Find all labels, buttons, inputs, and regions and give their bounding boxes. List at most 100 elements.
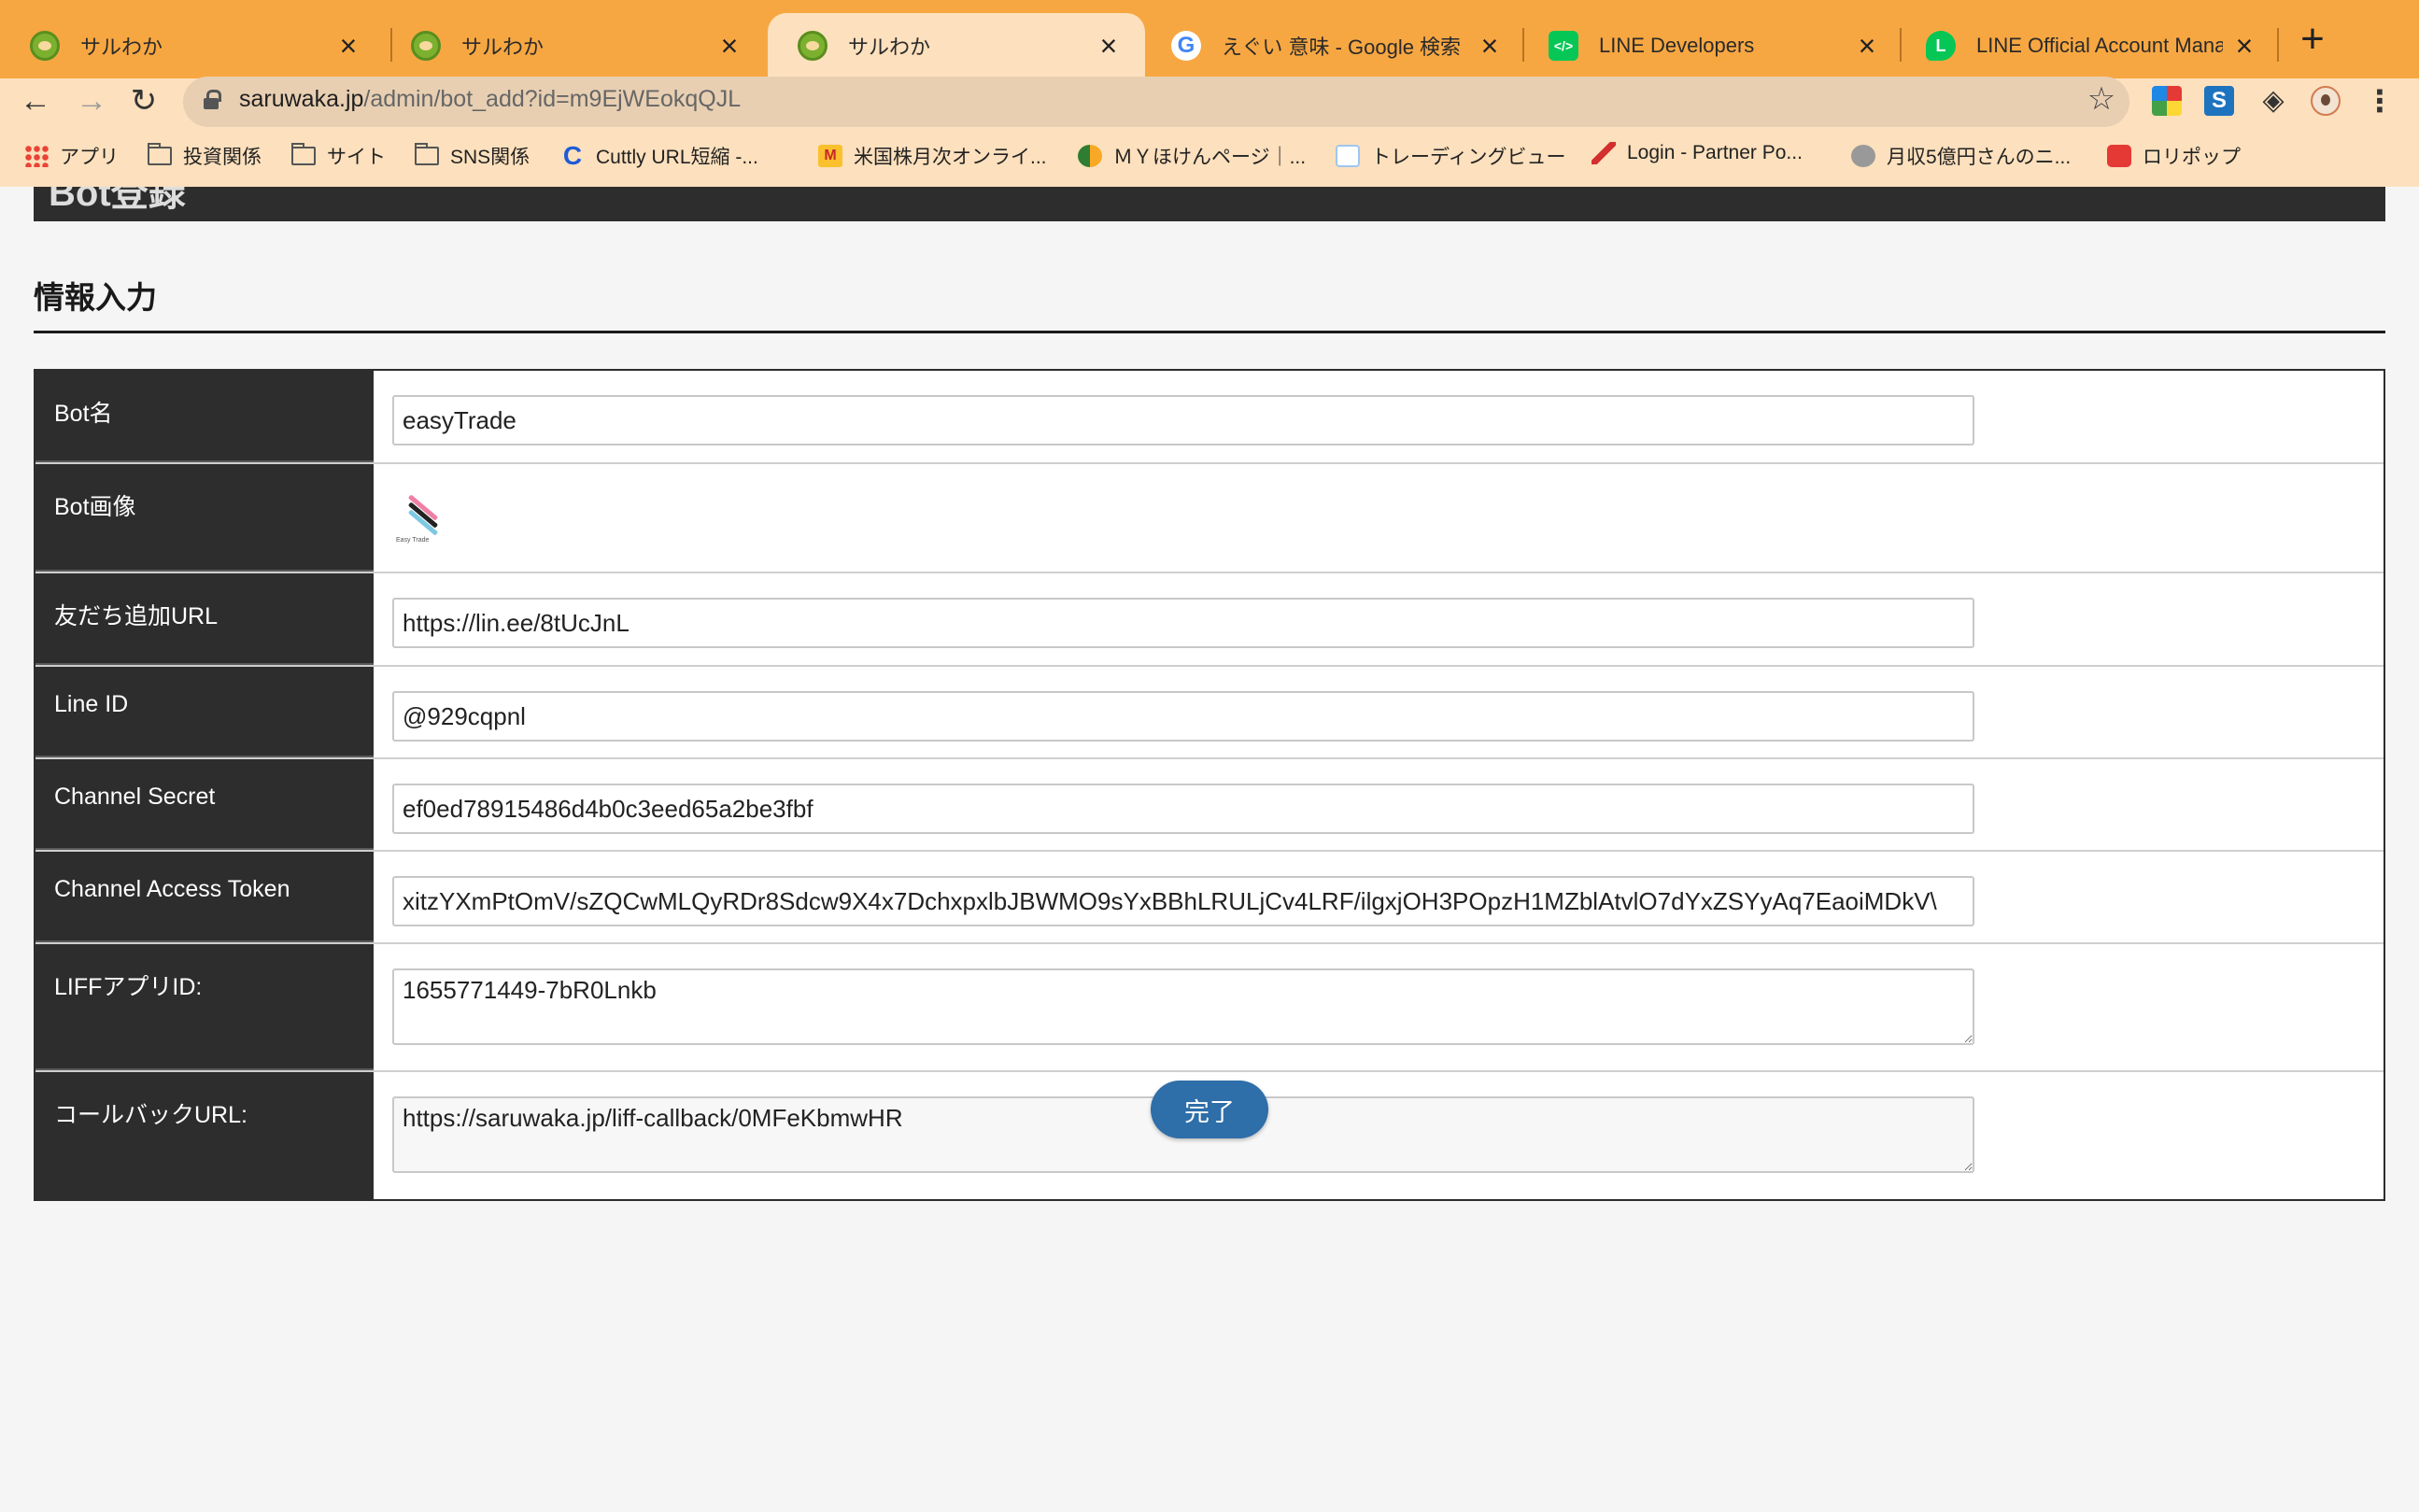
bookmark-label: サイト	[327, 147, 386, 168]
bookmark-us-stocks[interactable]: M 米国株月次オンライ...	[818, 142, 1047, 170]
back-arrow-icon[interactable]: ←	[17, 82, 54, 120]
tab-divider	[2277, 28, 2279, 62]
folder-icon	[291, 143, 316, 165]
bookmark-label: ＭＹほけんページ｜...	[1113, 147, 1307, 168]
form-row-channel-secret: Channel Secret	[35, 759, 2384, 852]
section-divider	[34, 331, 2385, 333]
extensions-puzzle-icon[interactable]: ◈	[2258, 86, 2288, 116]
bookmark-partner-login[interactable]: Login - Partner Po...	[1591, 142, 1803, 164]
form-row-bot-name: Bot名	[35, 371, 2384, 464]
bookmark-folder-sns[interactable]: SNS関係	[415, 142, 530, 170]
apps-grid-icon	[24, 145, 49, 167]
lolipop-icon	[2107, 145, 2131, 167]
bookmark-cuttly[interactable]: C Cuttly URL短縮 -...	[560, 142, 758, 170]
bookmark-label: Cuttly URL短縮 -...	[596, 147, 758, 168]
tab-strip: サルわか × サルわか × サルわか × G えぐい 意味 - Google 検…	[0, 0, 2419, 78]
close-icon[interactable]: ×	[2230, 31, 2258, 61]
bookmark-folder-investment[interactable]: 投資関係	[148, 142, 262, 170]
line-oa-favicon-icon: L	[1926, 31, 1956, 61]
field-cell	[374, 667, 2384, 757]
field-label: 友だち追加URL	[35, 573, 374, 665]
tab-title: LINE Developers	[1599, 34, 1755, 57]
bot-name-input[interactable]	[392, 395, 1974, 445]
reload-icon[interactable]: ↻	[125, 82, 163, 120]
form-row-channel-access-token: Channel Access Token	[35, 852, 2384, 944]
field-cell: 1655771449-7bR0Lnkb	[374, 944, 2384, 1070]
form-row-liff-app-id: LIFFアプリID: 1655771449-7bR0Lnkb	[35, 944, 2384, 1072]
new-tab-icon[interactable]: +	[2292, 19, 2333, 62]
field-cell	[374, 852, 2384, 942]
tab-saruwaka-1[interactable]: サルわか ×	[0, 13, 385, 78]
tab-saruwaka-active[interactable]: サルわか ×	[768, 13, 1145, 78]
bot-image-thumbnail: Easy Trade	[392, 492, 448, 548]
friend-add-url-input[interactable]	[392, 598, 1974, 648]
form-row-bot-image: Bot画像 Easy Trade	[35, 464, 2384, 573]
saruwaka-favicon-icon	[30, 31, 60, 61]
my-hoken-icon	[1078, 145, 1102, 167]
s-extension-icon[interactable]: S	[2204, 86, 2234, 116]
tab-saruwaka-2[interactable]: サルわか ×	[381, 13, 766, 78]
field-label: Bot名	[35, 371, 374, 462]
forward-arrow-icon[interactable]: →	[73, 82, 110, 120]
bookmark-monthly-income[interactable]: 月収5億円さんのニ...	[1851, 142, 2071, 170]
field-cell	[374, 759, 2384, 850]
liff-app-id-textarea[interactable]: 1655771449-7bR0Lnkb	[392, 968, 1974, 1045]
saruwaka-favicon-icon	[798, 31, 828, 61]
tab-title: サルわか	[80, 35, 163, 59]
bookmark-label: 月収5億円さんのニ...	[1887, 147, 2072, 168]
tradingview-icon	[1336, 145, 1360, 167]
color-extension-icon[interactable]	[2152, 86, 2182, 116]
field-cell	[374, 573, 2384, 665]
bookmark-lolipop[interactable]: ロリポップ	[2107, 142, 2241, 170]
tab-line-developers[interactable]: </> LINE Developers ×	[1519, 13, 1903, 78]
form-row-line-id: Line ID	[35, 667, 2384, 759]
bookmarks-bar: アプリ 投資関係 サイト SNS関係 C Cuttly URL短縮 -... M…	[0, 138, 2419, 176]
bookmark-my-hoken[interactable]: ＭＹほけんページ｜...	[1078, 142, 1306, 170]
tab-google-search[interactable]: G えぐい 意味 - Google 検索 ×	[1141, 13, 1526, 78]
folder-icon	[415, 143, 439, 165]
field-cell: https://saruwaka.jp/liff-callback/0MFeKb…	[374, 1072, 2384, 1199]
bookmark-folder-site[interactable]: サイト	[291, 142, 386, 170]
page-header-banner: Bot登録	[34, 187, 2385, 221]
form-row-friend-url: 友だち追加URL	[35, 573, 2384, 667]
tab-line-official-account[interactable]: L LINE Official Account Manag ×	[1896, 13, 2281, 78]
bookmark-tradingview[interactable]: トレーディングビュー	[1336, 142, 1566, 170]
saruwaka-favicon-icon	[411, 31, 441, 61]
section-title: 情報入力	[34, 280, 157, 315]
field-cell: Easy Trade	[374, 464, 2384, 572]
complete-button[interactable]: 完了	[1151, 1081, 1268, 1138]
page-content: Bot登録 情報入力 Bot名 Bot画像 Easy Trade 友だち追加UR…	[0, 187, 2419, 1512]
url-text[interactable]: saruwaka.jp/admin/bot_add?id=m9EjWEokqQJ…	[239, 86, 741, 113]
bookmark-label: 投資関係	[183, 147, 262, 168]
close-icon[interactable]: ×	[1476, 31, 1504, 61]
field-label: Bot画像	[35, 464, 374, 572]
profile-avatar-icon[interactable]	[2311, 86, 2341, 116]
tab-title: えぐい 意味 - Google 検索	[1222, 35, 1462, 59]
field-label: LIFFアプリID:	[35, 944, 374, 1070]
line-developers-favicon-icon: </>	[1549, 31, 1578, 61]
field-cell	[374, 371, 2384, 462]
tab-title: サルわか	[461, 35, 545, 59]
field-label: Channel Access Token	[35, 852, 374, 942]
bot-form-table: Bot名 Bot画像 Easy Trade 友だち追加URL	[34, 369, 2385, 1201]
bookmark-label: 米国株月次オンライ...	[854, 147, 1047, 168]
line-id-input[interactable]	[392, 691, 1974, 742]
close-icon[interactable]: ×	[1853, 31, 1881, 61]
bookmark-apps[interactable]: アプリ	[24, 142, 119, 170]
bookmark-label: Login - Partner Po...	[1627, 142, 1803, 163]
field-label: Channel Secret	[35, 759, 374, 850]
tab-title: LINE Official Account Manag	[1976, 34, 2223, 57]
channel-access-token-input[interactable]	[392, 876, 1974, 926]
field-label: Line ID	[35, 667, 374, 757]
kebab-menu-icon[interactable]: ⋮	[2365, 86, 2395, 116]
close-icon[interactable]: ×	[1095, 31, 1123, 61]
close-icon[interactable]: ×	[715, 31, 743, 61]
close-icon[interactable]: ×	[334, 31, 362, 61]
lock-icon[interactable]	[204, 90, 221, 109]
channel-secret-input[interactable]	[392, 784, 1974, 834]
bookmark-label: SNS関係	[450, 147, 530, 168]
bookmark-star-icon[interactable]: ☆	[2085, 82, 2118, 116]
field-label: コールバックURL:	[35, 1072, 374, 1199]
folder-icon	[148, 143, 172, 165]
bookmark-label: アプリ	[60, 147, 119, 168]
